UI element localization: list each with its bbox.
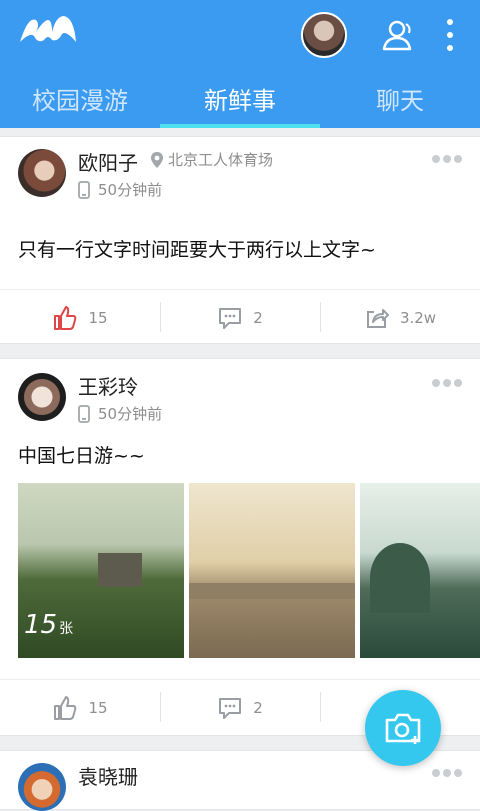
app-header: 校园漫游 新鲜事 聊天	[0, 0, 480, 128]
more-options-icon[interactable]	[432, 769, 462, 777]
more-options-icon[interactable]	[432, 155, 462, 163]
hill-shape	[370, 543, 430, 613]
user-avatar[interactable]	[301, 12, 347, 58]
location-pin-icon	[151, 151, 163, 168]
share-count: 3.2w	[399, 309, 437, 327]
photo-great-wall[interactable]: 15 张	[18, 483, 184, 658]
tab-chat[interactable]: 聊天	[320, 68, 480, 128]
comment-button[interactable]: 2	[160, 290, 320, 346]
tower-shape	[98, 553, 142, 587]
post-location: 北京工人体育场	[150, 149, 273, 170]
more-options-icon[interactable]	[432, 379, 462, 387]
comment-button[interactable]: 2	[160, 680, 320, 736]
tab-bar: 校园漫游 新鲜事 聊天	[0, 68, 480, 128]
like-button[interactable]: 15	[0, 680, 160, 736]
avatar[interactable]	[18, 373, 66, 421]
post-text: 中国七日游~~	[18, 445, 145, 467]
post-time: 50分钟前	[98, 181, 163, 199]
feed-card: 欧阳子 北京工人体育场 50分钟前 只有一行文字时间距要大于两行以上文字~ 15…	[0, 136, 480, 344]
camera-add-icon	[385, 713, 421, 744]
like-button[interactable]: 15	[0, 290, 160, 346]
post-text: 只有一行文字时间距要大于两行以上文字~	[18, 239, 376, 261]
comment-count: 2	[253, 699, 263, 717]
app-logo-icon[interactable]	[18, 12, 78, 48]
comment-icon	[219, 698, 242, 719]
photo-count: 15 张	[24, 610, 73, 640]
avatar[interactable]	[18, 763, 66, 811]
tab-news[interactable]: 新鲜事	[160, 68, 320, 128]
share-icon	[366, 309, 389, 328]
phone-icon	[78, 180, 90, 199]
author-name[interactable]: 王彩玲	[78, 371, 138, 400]
author-name[interactable]: 袁晓珊	[78, 761, 138, 790]
photo-city-wall[interactable]	[189, 483, 355, 658]
avatar[interactable]	[18, 149, 66, 197]
post-meta: 50分钟前	[78, 179, 162, 200]
author-name[interactable]: 欧阳子	[78, 147, 138, 176]
phone-icon	[78, 404, 90, 423]
location-text: 北京工人体育场	[168, 151, 274, 169]
post-meta: 50分钟前	[78, 403, 162, 424]
share-button[interactable]: 3.2w	[320, 290, 480, 346]
thumbs-up-icon	[54, 306, 77, 330]
thumbs-up-icon	[54, 696, 77, 720]
photo-gallery: 15 张	[18, 483, 480, 658]
post-time: 50分钟前	[98, 405, 163, 423]
action-bar: 15 2 3.2w	[0, 289, 480, 345]
photo-count-number: 15	[24, 610, 58, 640]
tab-campus[interactable]: 校园漫游	[0, 68, 160, 128]
comment-icon	[219, 308, 242, 329]
contacts-icon[interactable]	[380, 18, 414, 52]
more-icon[interactable]	[440, 16, 460, 54]
like-count: 15	[88, 699, 108, 717]
photo-count-unit: 张	[59, 621, 74, 637]
like-count: 15	[88, 309, 108, 327]
camera-post-button[interactable]	[365, 690, 441, 766]
comment-count: 2	[253, 309, 263, 327]
photo-river[interactable]	[360, 483, 480, 658]
wall-shape	[189, 583, 355, 599]
feed-card: 王彩玲 50分钟前 中国七日游~~ 15 张 15 2	[0, 358, 480, 736]
